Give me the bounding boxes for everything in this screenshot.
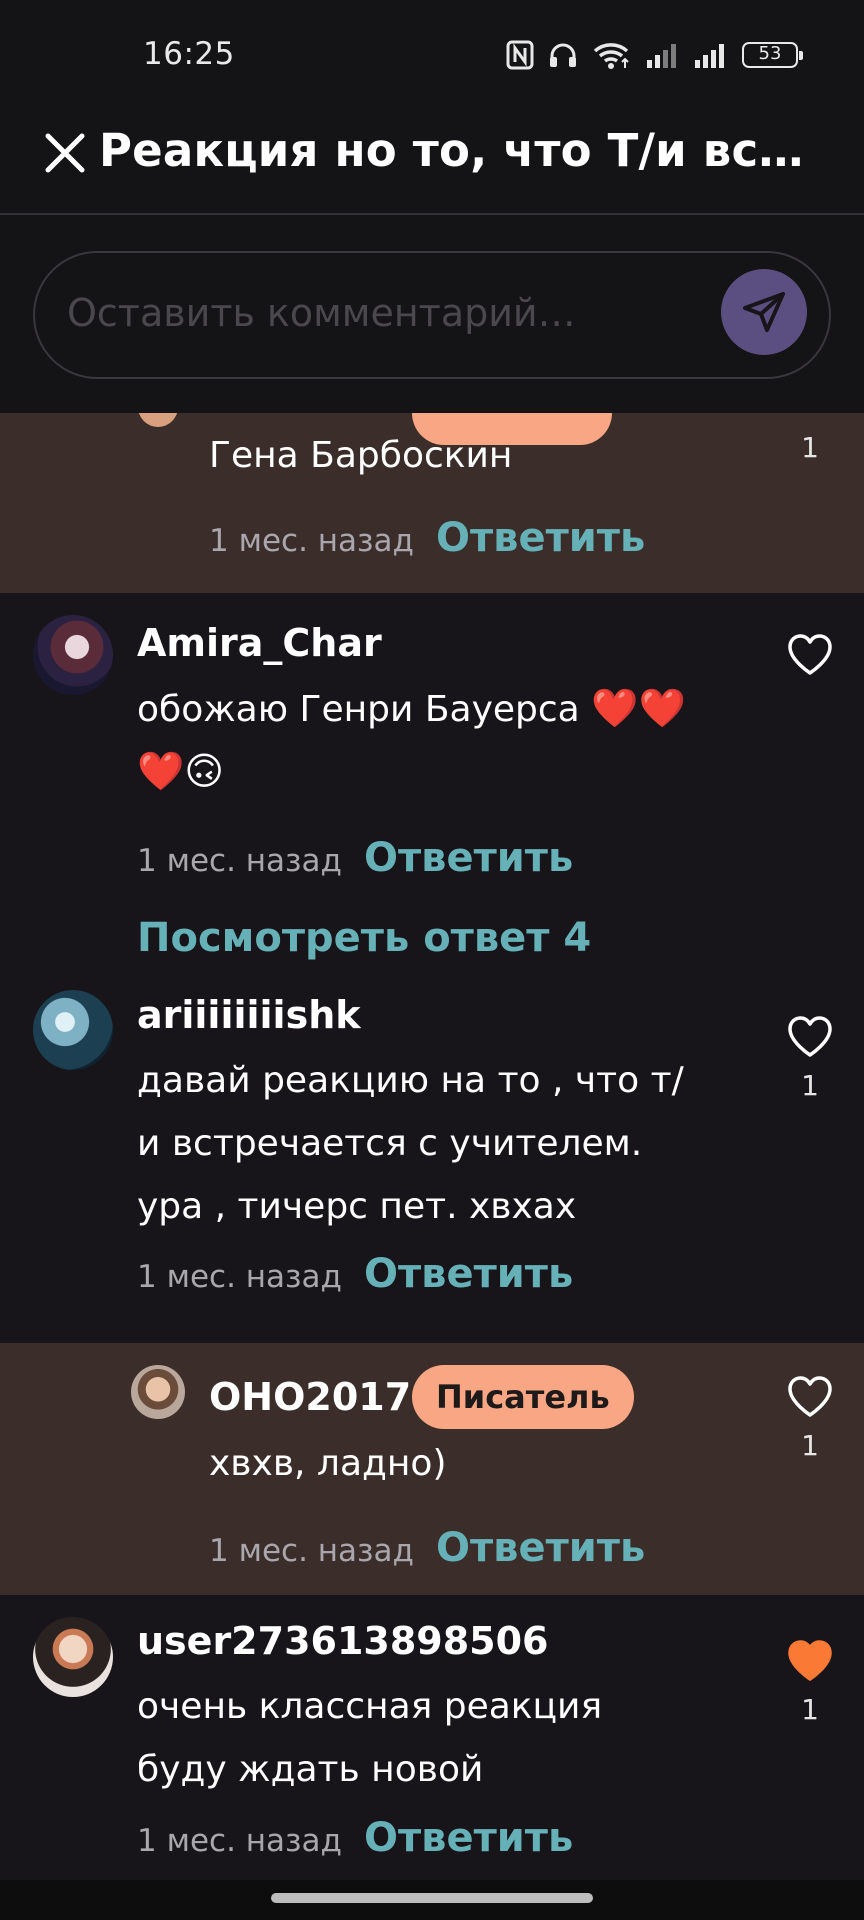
reply-button[interactable]: Ответить [364, 835, 573, 881]
comment-text: Гена Барбоскин [209, 435, 513, 476]
avatar[interactable] [33, 1617, 113, 1697]
comment-list[interactable]: Гена Барбоскин 1 мес. назад Ответить 1 A… [0, 413, 864, 1880]
status-bar: 16:25 53 [0, 0, 864, 110]
navigation-bar [0, 1880, 864, 1920]
reply-button[interactable]: Ответить [436, 515, 645, 561]
list-item: user273613898506 очень классная реакция … [0, 1595, 864, 1880]
comment-text-line: очень классная реакция [137, 1686, 603, 1727]
avatar [138, 413, 178, 427]
comment-input-area: Оставить комментарий… [0, 215, 864, 413]
battery-level: 53 [758, 43, 782, 64]
heart-filled-icon[interactable] [786, 1639, 834, 1683]
heart-outline-icon[interactable] [786, 1375, 834, 1419]
like-count: 1 [801, 431, 819, 464]
comment-meta: 1 мес. назад Ответить [209, 1525, 645, 1571]
list-item: Гена Барбоскин 1 мес. назад Ответить 1 [0, 413, 864, 593]
avatar[interactable] [33, 990, 113, 1070]
avatar[interactable] [33, 615, 113, 695]
page-title: Реакция но то, что Т/и вс… [99, 124, 804, 177]
comment-author[interactable]: ariiiiiiiishk [137, 993, 361, 1037]
home-indicator[interactable] [271, 1893, 593, 1903]
send-icon [743, 292, 785, 332]
comment-time: 1 мес. назад [137, 1823, 342, 1859]
comment-text: хвхв, ладно) [209, 1443, 447, 1484]
comment-time: 1 мес. назад [209, 1533, 414, 1569]
comment-text-line: ура , тичерс пет. хвхах [137, 1186, 577, 1227]
comment-placeholder: Оставить комментарий… [67, 291, 576, 335]
wifi-icon [593, 43, 629, 69]
comment-author[interactable]: user273613898506 [137, 1619, 548, 1663]
author-badge: Писатель [412, 1365, 634, 1429]
view-replies-button[interactable]: Посмотреть ответ 4 [137, 915, 591, 961]
comment-meta: 1 мес. назад Ответить [137, 1815, 573, 1861]
comment-text-line: давай реакцию на то , что т/ [137, 1060, 684, 1101]
like-count: 1 [801, 1429, 819, 1462]
comment-meta: 1 мес. назад Ответить [137, 1251, 573, 1297]
close-icon [45, 133, 85, 173]
send-button[interactable] [721, 269, 807, 355]
comment-time: 1 мес. назад [137, 1259, 342, 1295]
heart-outline-icon[interactable] [786, 633, 834, 677]
comment-time: 1 мес. назад [209, 523, 414, 559]
list-item: ariiiiiiiishk давай реакцию на то , что … [0, 983, 864, 1343]
signal-icon [647, 44, 676, 68]
reply-button[interactable]: Ответить [436, 1525, 645, 1571]
avatar[interactable] [131, 1365, 185, 1419]
status-time: 16:25 [143, 36, 235, 72]
comment-text: обожаю Генри Бауерса ❤️❤️ [137, 677, 686, 741]
comment-meta: 1 мес. назад Ответить [137, 835, 573, 881]
nfc-icon [506, 40, 534, 70]
heart-outline-icon[interactable] [786, 1015, 834, 1059]
headphones-icon [550, 43, 576, 67]
comment-emoji: ❤️🙃 [137, 749, 224, 793]
like-count: 1 [801, 1069, 819, 1102]
comment-input[interactable]: Оставить комментарий… [33, 251, 831, 379]
close-button[interactable] [42, 130, 88, 176]
comment-text-line: буду ждать новой [137, 1749, 484, 1790]
comment-text-line: ❤️🙃 [137, 740, 224, 804]
reply-button[interactable]: Ответить [364, 1251, 573, 1297]
comment-meta: 1 мес. назад Ответить [209, 515, 645, 561]
list-item: OHO2017 Писатель хвхв, ладно) 1 мес. наз… [0, 1343, 864, 1595]
reply-button[interactable]: Ответить [364, 1815, 573, 1861]
comment-emoji: ❤️❤️ [591, 686, 686, 730]
comment-author[interactable]: Amira_Char [137, 621, 382, 665]
header: Реакция но то, что Т/и вс… [0, 110, 864, 215]
comment-text-line: и встречается с учителем. [137, 1123, 643, 1164]
comment-author[interactable]: OHO2017 [209, 1375, 411, 1419]
comment-time: 1 мес. назад [137, 843, 342, 879]
like-count: 1 [801, 1693, 819, 1726]
comment-text-line: обожаю Генри Бауерса [137, 689, 580, 730]
battery-icon: 53 [742, 42, 803, 68]
signal-icon [695, 44, 724, 68]
status-icons: 53 [506, 38, 803, 72]
